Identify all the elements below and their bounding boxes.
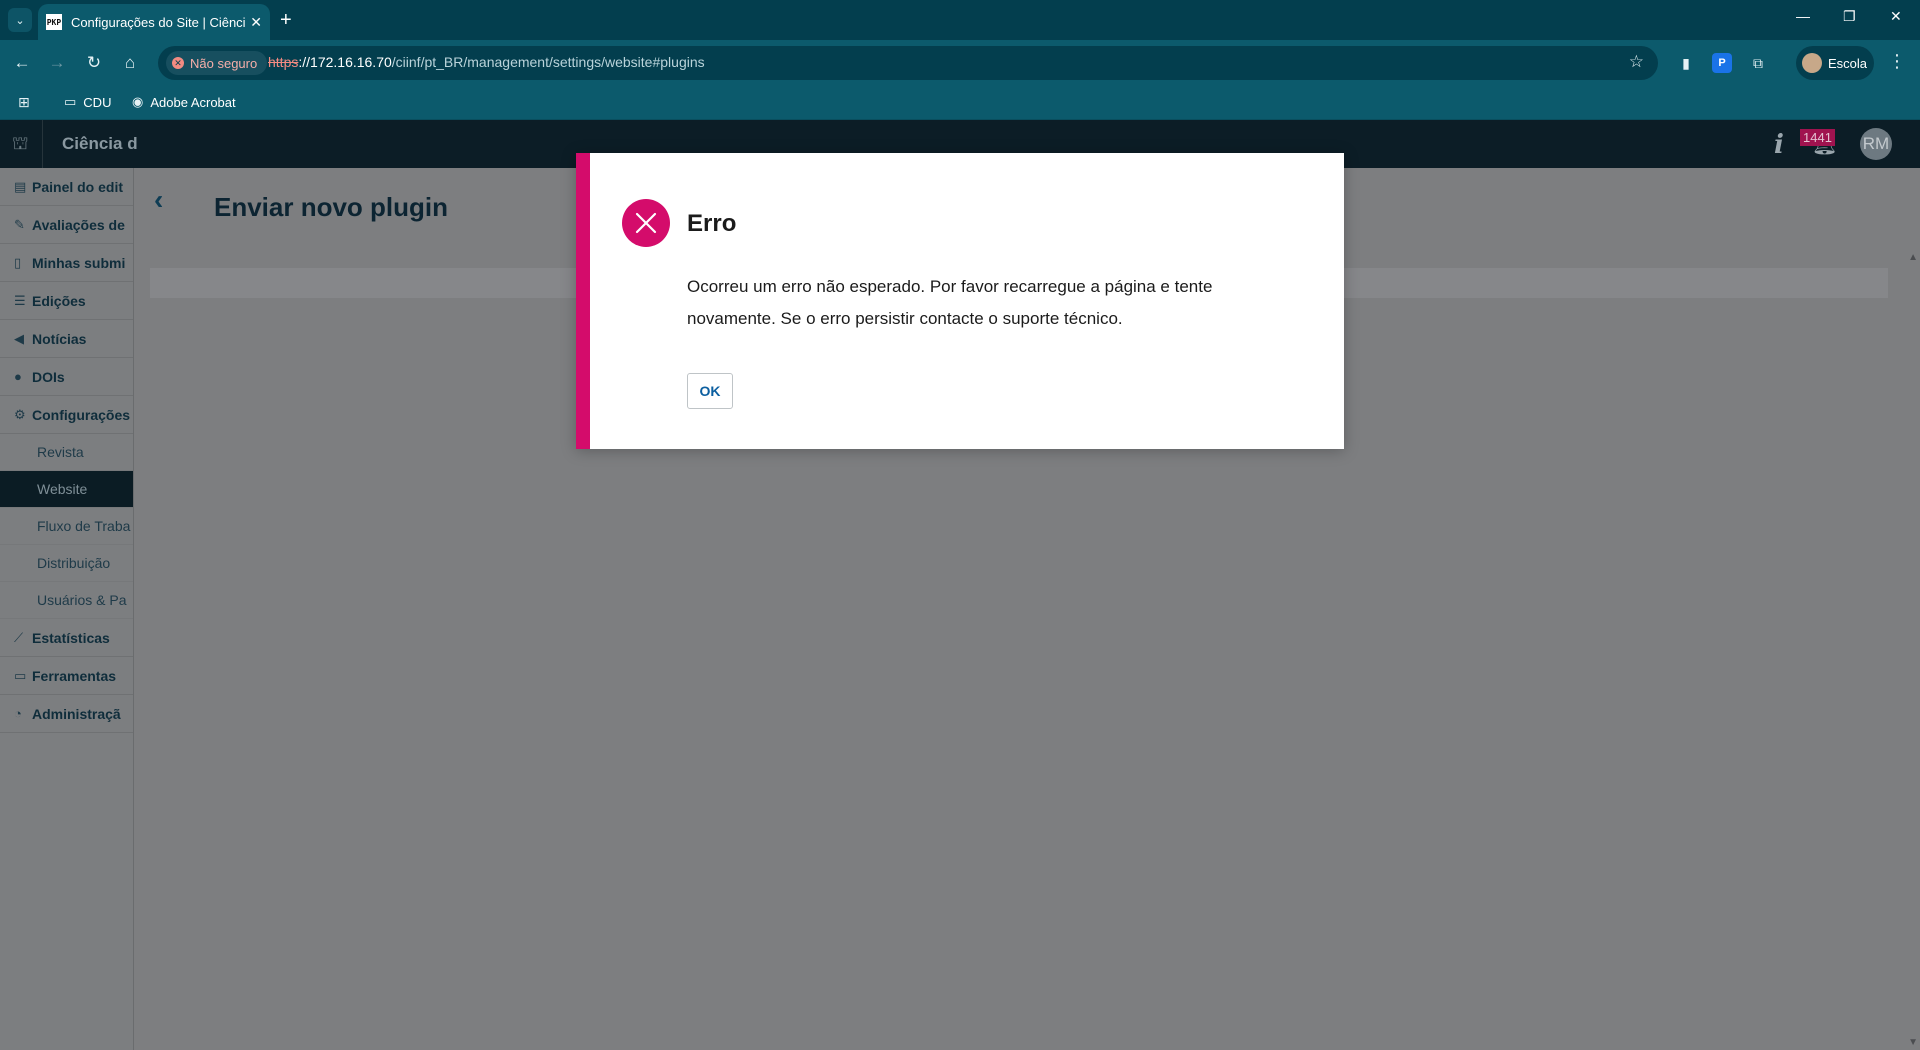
admin-icon: ◔ bbox=[14, 706, 22, 721]
sidebar-item-label: Notícias bbox=[32, 330, 87, 347]
sidebar-subitem-website[interactable]: Website bbox=[0, 471, 133, 508]
submissions-icon: ▯ bbox=[14, 254, 22, 270]
gear-icon: ⚙ bbox=[14, 406, 26, 422]
browser-tab-strip: ⌄ PKP Configurações do Site | Ciência ✕ … bbox=[0, 0, 1920, 40]
address-bar[interactable]: ✕ Não seguro https://172.16.16.70/ciinf/… bbox=[158, 46, 1658, 80]
sidebar-item-statistics[interactable]: ⟋ Estatísticas bbox=[0, 619, 133, 657]
megaphone-icon: ◀ bbox=[14, 330, 24, 346]
security-chip[interactable]: ✕ Não seguro bbox=[166, 51, 268, 75]
pkp-favicon-icon: PKP bbox=[46, 14, 62, 30]
site-switcher-icon[interactable]: ⛫ bbox=[12, 133, 29, 157]
url-host: ://172.16.16.70 bbox=[298, 54, 392, 70]
sidebar-item-submissions[interactable]: ▯ Minhas submi bbox=[0, 244, 133, 282]
reading-list-icon[interactable]: ▮ bbox=[1676, 53, 1696, 73]
bookmark-adobe-acrobat[interactable]: ◉ Adobe Acrobat bbox=[132, 94, 236, 110]
sidebar-item-label: Avaliações de bbox=[32, 216, 125, 233]
chart-icon: ⟋ bbox=[14, 629, 24, 645]
sidebar-item-news[interactable]: ◀ Notícias bbox=[0, 320, 133, 358]
sidebar-item-label: Ferramentas bbox=[32, 667, 117, 684]
scroll-up-arrow-icon[interactable]: ▲ bbox=[1908, 252, 1918, 263]
scroll-down-arrow-icon[interactable]: ▼ bbox=[1908, 1037, 1918, 1048]
browser-menu-icon[interactable]: ⋮ bbox=[1888, 51, 1906, 72]
error-x-icon bbox=[622, 199, 670, 247]
tab-search-button[interactable]: ⌄ bbox=[8, 8, 32, 32]
new-tab-button[interactable]: + bbox=[280, 8, 292, 32]
sidebar-item-settings[interactable]: ⚙ Configurações bbox=[0, 396, 133, 434]
user-avatar[interactable]: RM bbox=[1860, 128, 1892, 160]
sidebar-item-label: Administraçã bbox=[32, 705, 121, 722]
sidebar-item-tools[interactable]: ▭ Ferramentas bbox=[0, 657, 133, 695]
sidebar-item-label: Edições bbox=[32, 292, 86, 309]
sidebar-subitem-users-roles[interactable]: Usuários & Pa bbox=[0, 582, 133, 619]
tab-title: Configurações do Site | Ciência bbox=[70, 14, 247, 30]
header-divider bbox=[42, 120, 43, 168]
bookmark-label: CDU bbox=[83, 94, 112, 110]
sidebar-item-label: Minhas submi bbox=[32, 254, 126, 271]
review-icon: ✎ bbox=[14, 216, 25, 232]
sidebar-item-label: Painel do edit bbox=[32, 178, 124, 195]
error-dialog: Erro Ocorreu um erro não esperado. Por f… bbox=[576, 153, 1344, 449]
back-arrow-icon[interactable]: ← bbox=[10, 51, 34, 75]
profile-button[interactable]: Escola bbox=[1796, 46, 1874, 80]
sidebar-nav: ▤ Painel do edit ✎ Avaliações de ▯ Minha… bbox=[0, 168, 134, 1050]
close-tab-icon[interactable]: ✕ bbox=[250, 14, 262, 31]
issues-icon: ☰ bbox=[14, 292, 26, 308]
sidebar-item-label: Configurações bbox=[32, 406, 131, 423]
restore-window-button[interactable]: ❐ bbox=[1843, 8, 1856, 25]
sidebar-subitem-distribution[interactable]: Distribuição bbox=[0, 545, 133, 582]
folder-icon: ▭ bbox=[64, 94, 77, 109]
close-window-button[interactable]: ✕ bbox=[1890, 8, 1902, 25]
info-icon[interactable]: i bbox=[1774, 130, 1784, 160]
bookmarks-bar: ⊞ ▭ CDU ◉ Adobe Acrobat bbox=[0, 86, 1920, 120]
browser-toolbar: ← → ↻ ⌂ ✕ Não seguro https://172.16.16.7… bbox=[0, 40, 1920, 86]
bookmark-cdu[interactable]: ▭ CDU bbox=[64, 94, 111, 110]
acrobat-icon: ◉ bbox=[132, 94, 144, 109]
extensions-puzzle-icon[interactable]: ⧉ bbox=[1748, 53, 1768, 73]
sidebar-subitem-journal[interactable]: Revista bbox=[0, 434, 133, 471]
page-title: Enviar novo plugin bbox=[214, 192, 449, 222]
active-tab[interactable]: PKP Configurações do Site | Ciência ✕ bbox=[38, 4, 270, 40]
profile-avatar-icon bbox=[1802, 53, 1822, 73]
notification-count-badge: 1441 bbox=[1800, 129, 1835, 146]
toolbox-icon: ▭ bbox=[14, 667, 27, 683]
apps-grid-icon[interactable]: ⊞ bbox=[18, 94, 30, 111]
doi-icon: ● bbox=[14, 369, 22, 384]
ok-button[interactable]: OK bbox=[687, 373, 733, 409]
sidebar-item-administration[interactable]: ◔ Administraçã bbox=[0, 695, 133, 733]
url-path: /ciinf/pt_BR/management/settings/website… bbox=[391, 54, 705, 70]
sidebar-item-reviews[interactable]: ✎ Avaliações de bbox=[0, 206, 133, 244]
url-text[interactable]: https://172.16.16.70/ciinf/pt_BR/managem… bbox=[268, 54, 705, 70]
reload-icon[interactable]: ↻ bbox=[82, 51, 106, 75]
dialog-title: Erro bbox=[687, 210, 737, 237]
dialog-message: Ocorreu um erro não esperado. Por favor … bbox=[687, 277, 1213, 328]
sidebar-subitem-workflow[interactable]: Fluxo de Traba bbox=[0, 508, 133, 545]
sidebar-item-issues[interactable]: ☰ Edições bbox=[0, 282, 133, 320]
url-scheme: https bbox=[268, 54, 299, 70]
dashboard-icon: ▤ bbox=[14, 178, 27, 194]
not-secure-icon: ✕ bbox=[172, 57, 184, 69]
bookmark-star-icon[interactable]: ☆ bbox=[1629, 52, 1644, 72]
sidebar-item-dois[interactable]: ● DOIs bbox=[0, 358, 133, 396]
minimize-window-button[interactable]: — bbox=[1796, 8, 1810, 24]
home-icon[interactable]: ⌂ bbox=[118, 51, 142, 75]
forward-arrow-icon[interactable]: → bbox=[45, 51, 69, 75]
chevron-left-icon[interactable]: ‹ bbox=[154, 184, 163, 216]
extension-blue-icon[interactable]: P bbox=[1712, 53, 1732, 73]
security-chip-label: Não seguro bbox=[190, 55, 258, 71]
profile-name: Escola bbox=[1828, 55, 1868, 71]
sidebar-item-label: DOIs bbox=[32, 368, 65, 385]
sidebar-item-label: Estatísticas bbox=[32, 629, 110, 646]
journal-name[interactable]: Ciência d bbox=[62, 134, 138, 154]
sidebar-item-dashboard[interactable]: ▤ Painel do edit bbox=[0, 168, 133, 206]
bookmark-label: Adobe Acrobat bbox=[150, 94, 236, 110]
